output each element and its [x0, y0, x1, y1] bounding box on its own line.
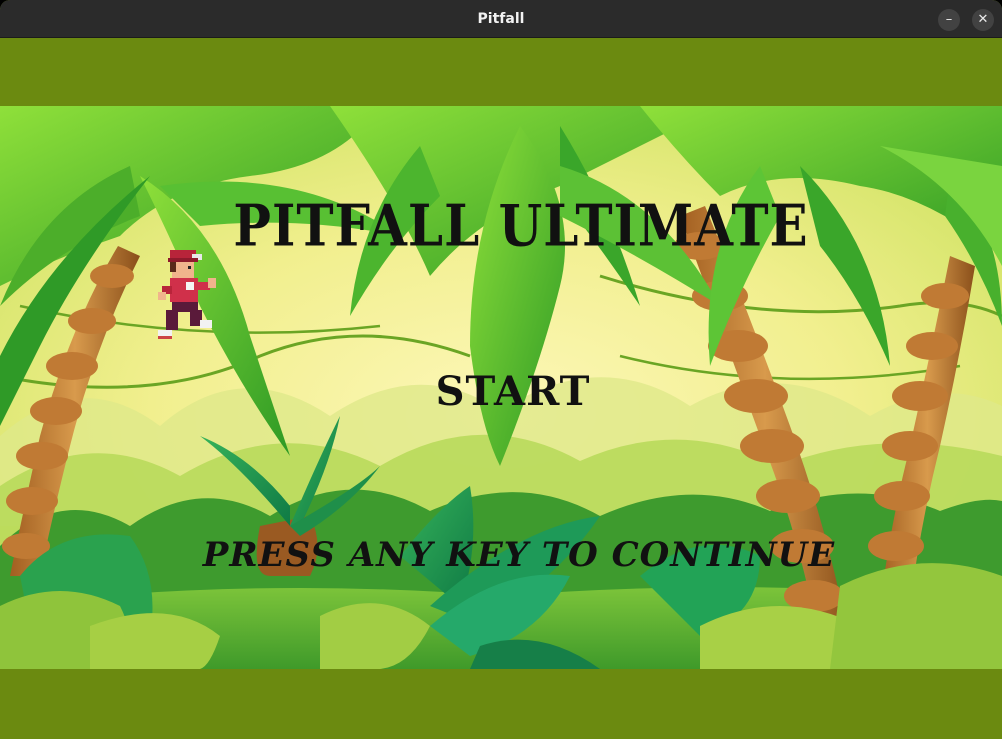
close-icon: ✕	[977, 12, 989, 27]
close-button[interactable]: ✕	[972, 9, 994, 31]
top-letterbox-band	[0, 38, 1002, 106]
minimize-icon: –	[945, 12, 953, 27]
window-title: Pitfall	[477, 11, 525, 27]
game-title: PITFALL ULTIMATE	[233, 191, 809, 260]
start-button[interactable]: START	[12, 368, 1002, 415]
continue-prompt: PRESS ANY KEY TO CONTINUE	[202, 535, 836, 575]
title-bar[interactable]: Pitfall – ✕	[0, 0, 1002, 38]
bottom-letterbox-band	[0, 669, 1002, 739]
minimize-button[interactable]: –	[938, 9, 960, 31]
game-window: Pitfall – ✕ PITFALL ULTIMATE START PRESS…	[0, 0, 1002, 739]
player-sprite	[158, 250, 216, 339]
